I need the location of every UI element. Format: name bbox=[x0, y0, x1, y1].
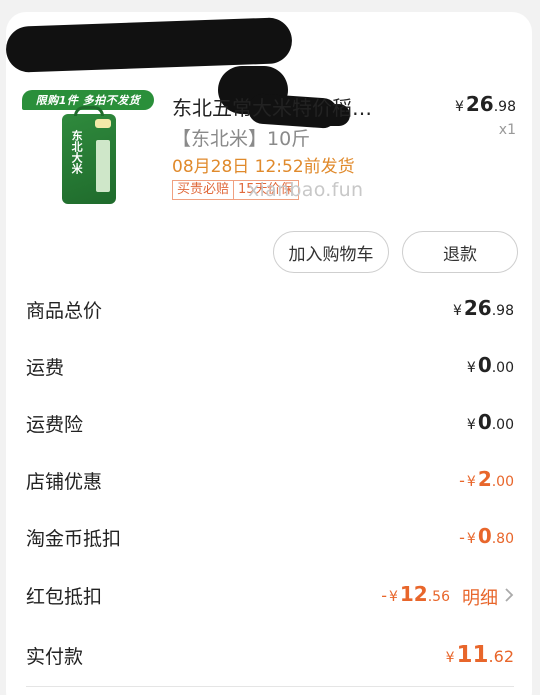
value-int: 0 bbox=[477, 524, 492, 548]
row-red-packet: 红包抵扣 - ¥12.56 明细 bbox=[0, 576, 540, 616]
row-paid: 实付款 ¥11.62 bbox=[0, 636, 540, 676]
currency-symbol: ¥ bbox=[466, 474, 476, 490]
bag-handle bbox=[74, 106, 104, 116]
tag-price-guarantee: 买贵必赔 bbox=[172, 180, 235, 200]
currency-symbol: ¥ bbox=[388, 589, 398, 605]
value-dec: .00 bbox=[491, 474, 514, 490]
value-dec: .00 bbox=[491, 417, 514, 433]
rice-bag-graphic: 东北大米 bbox=[62, 106, 116, 204]
price-dec: .98 bbox=[493, 99, 516, 115]
red-packet-detail-link[interactable]: 明细 bbox=[462, 584, 514, 610]
divider bbox=[26, 686, 514, 687]
bag-window bbox=[96, 140, 110, 192]
value-int: 11 bbox=[456, 642, 489, 668]
product-spec: 【东北米】10斤 bbox=[172, 128, 311, 150]
row-label: 实付款 bbox=[26, 646, 84, 668]
price-int: 26 bbox=[465, 92, 494, 116]
value-int: 12 bbox=[399, 582, 428, 606]
refund-button[interactable]: 退款 bbox=[402, 231, 518, 273]
row-label: 店铺优惠 bbox=[26, 471, 103, 493]
minus-sign: - bbox=[459, 528, 465, 547]
row-label: 红包抵扣 bbox=[26, 586, 103, 608]
row-shipping: 运费 ¥0.00 bbox=[0, 347, 540, 387]
row-value: - ¥2.00 bbox=[459, 467, 514, 491]
ship-time: 08月28日 12:52前发货 bbox=[172, 157, 355, 177]
add-to-cart-button[interactable]: 加入购物车 bbox=[273, 231, 389, 273]
detail-label: 明细 bbox=[462, 588, 498, 609]
value-dec: .98 bbox=[491, 303, 514, 319]
value-int: 0 bbox=[477, 410, 492, 434]
product-image[interactable]: 限购1件 多拍不发货 东北大米 bbox=[22, 90, 154, 208]
currency-symbol: ¥ bbox=[466, 360, 476, 376]
product-qty: x1 bbox=[498, 122, 516, 138]
row-value: ¥26.98 bbox=[453, 296, 514, 320]
product-title[interactable]: 东北五常大米特价稻… bbox=[172, 92, 434, 121]
row-value: ¥0.00 bbox=[467, 410, 514, 434]
row-value: ¥0.00 bbox=[467, 353, 514, 377]
currency-symbol: ¥ bbox=[452, 303, 462, 319]
row-shipping-insurance: 运费险 ¥0.00 bbox=[0, 404, 540, 444]
currency-symbol: ¥ bbox=[454, 99, 464, 115]
minus-sign: - bbox=[459, 471, 465, 490]
value-dec: .56 bbox=[427, 589, 450, 605]
bag-tag bbox=[95, 119, 111, 128]
row-value: - ¥12.56 bbox=[381, 582, 450, 606]
row-value: ¥11.62 bbox=[446, 642, 514, 668]
chevron-right-icon bbox=[504, 587, 514, 608]
value-dec: .80 bbox=[491, 531, 514, 547]
currency-symbol: ¥ bbox=[445, 650, 455, 666]
value-dec: .62 bbox=[488, 647, 514, 666]
value-int: 2 bbox=[477, 467, 492, 491]
row-label: 商品总价 bbox=[26, 300, 103, 322]
row-value: - ¥0.80 bbox=[459, 524, 514, 548]
row-label: 运费险 bbox=[26, 414, 84, 436]
row-label: 运费 bbox=[26, 357, 65, 379]
row-store-discount: 店铺优惠 - ¥2.00 bbox=[0, 461, 540, 501]
row-subtotal: 商品总价 ¥26.98 bbox=[0, 290, 540, 330]
minus-sign: - bbox=[381, 586, 387, 605]
bag-text: 东北大米 bbox=[70, 130, 84, 174]
row-label: 淘金币抵扣 bbox=[26, 528, 122, 550]
currency-symbol: ¥ bbox=[466, 417, 476, 433]
value-int: 26 bbox=[463, 296, 492, 320]
currency-symbol: ¥ bbox=[466, 531, 476, 547]
value-int: 0 bbox=[477, 353, 492, 377]
value-dec: .00 bbox=[491, 360, 514, 376]
watermark: xianbao.fun bbox=[248, 179, 364, 201]
row-taojinbi: 淘金币抵扣 - ¥0.80 bbox=[0, 518, 540, 558]
product-price: ¥26.98 bbox=[455, 92, 516, 116]
